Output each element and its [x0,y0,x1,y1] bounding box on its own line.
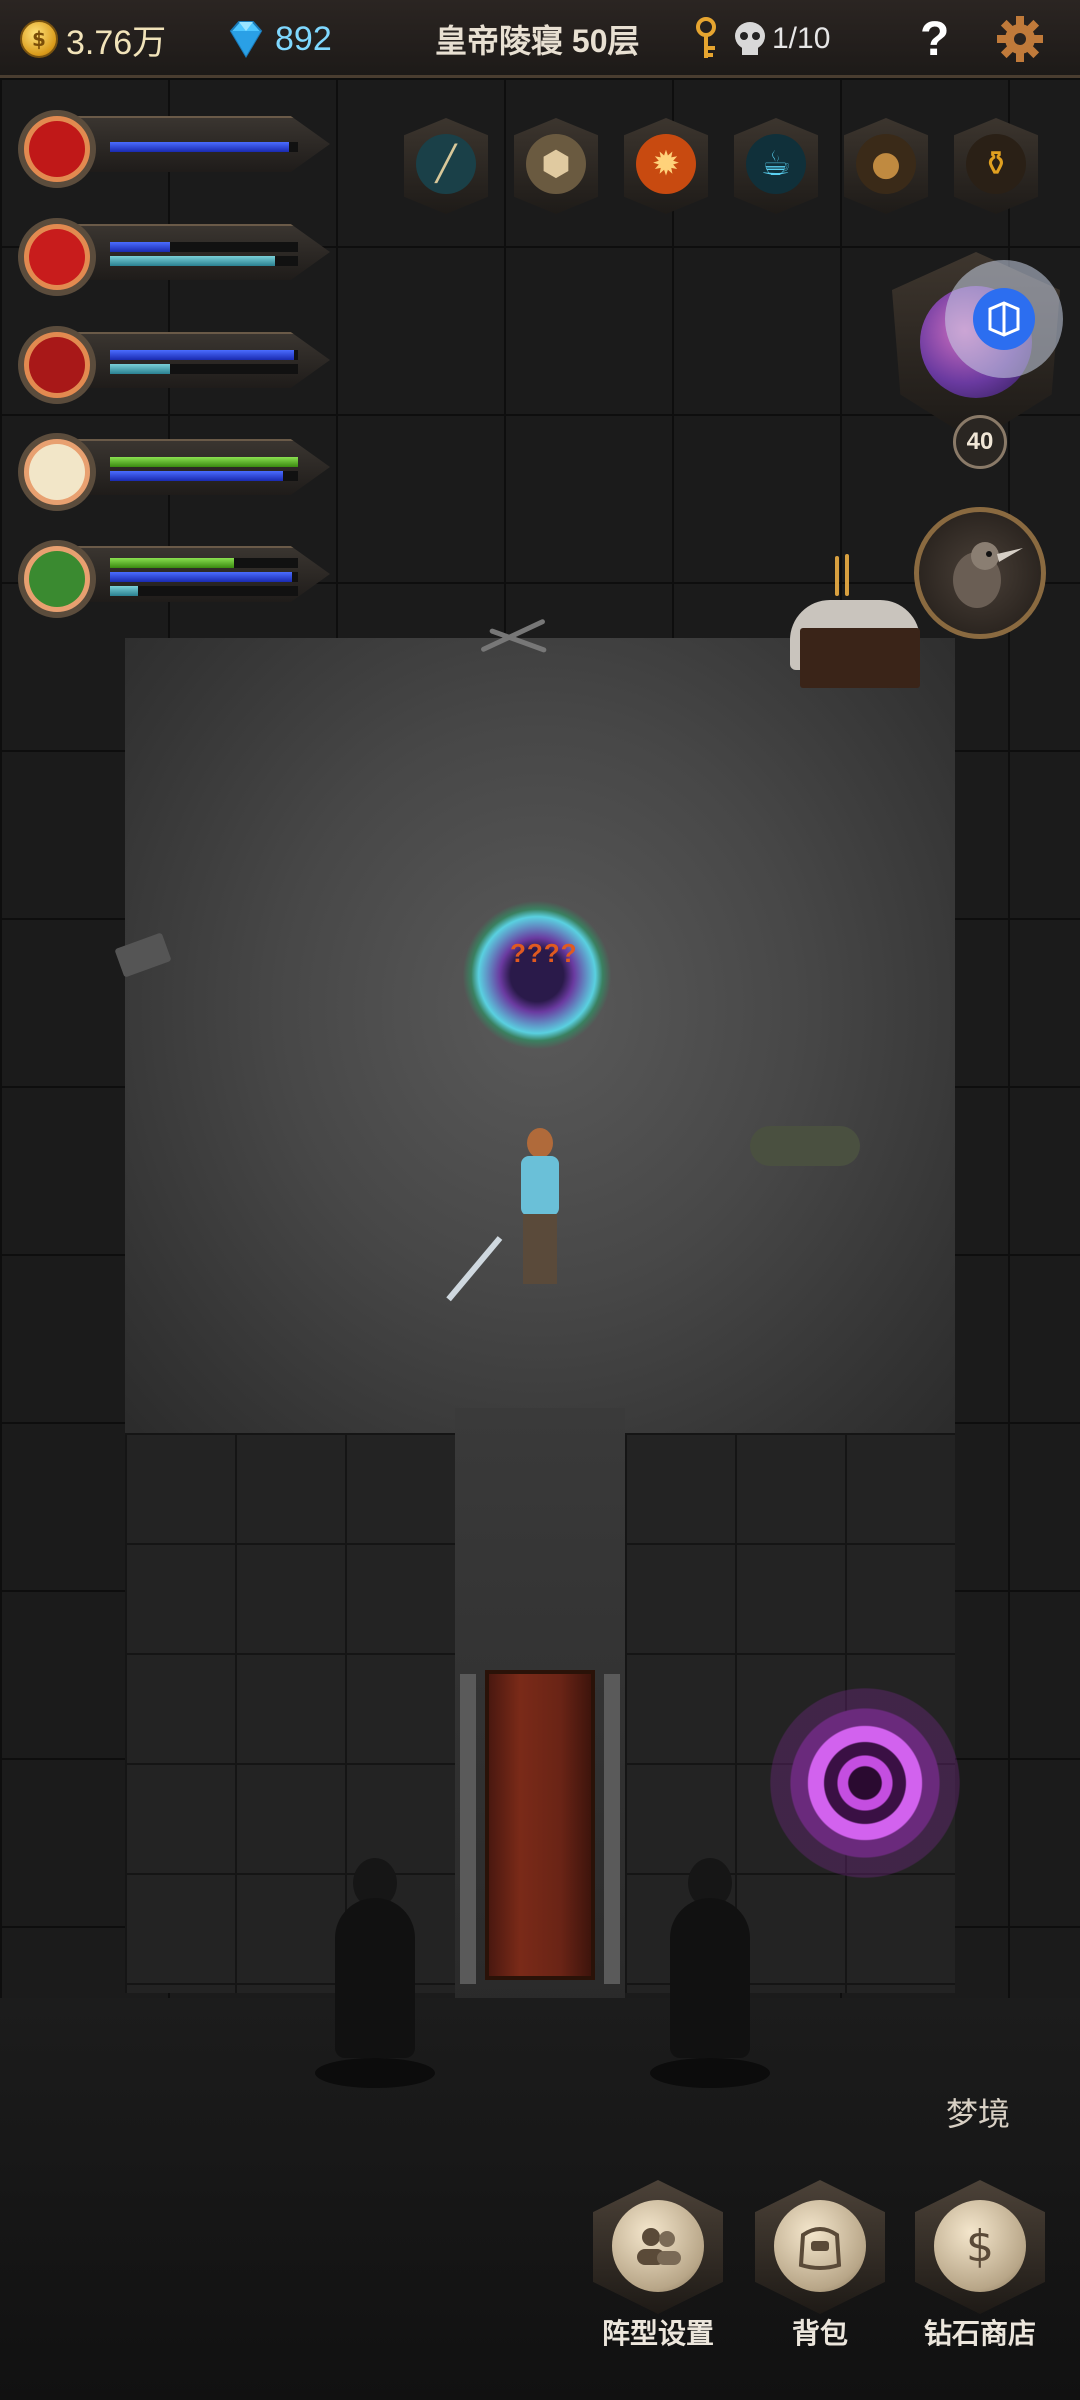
kill-count: 1/10 [772,22,831,55]
treasure-chest[interactable] [800,628,920,688]
item-slot-2[interactable]: ⬢ [508,110,604,228]
bar-fill [110,457,298,467]
purple-portal[interactable] [770,1688,960,1878]
dungeon-title: 皇帝陵寝 50层 [435,23,640,59]
item-slot-5[interactable]: ● [838,110,934,228]
statue-left [315,1858,435,2088]
bag-glyph [798,2227,842,2270]
bag-button[interactable]: 背包 [750,2180,890,2349]
question-icon: ? [920,12,950,66]
settings-button[interactable] [995,0,1045,78]
party-bar [110,572,298,582]
party-bar [110,350,298,360]
diamond-shop-button[interactable]: $ 钻石商店 [910,2180,1050,2349]
bar-fill [110,350,295,360]
diamond-icon [229,21,263,58]
portrait-red-knight [18,218,96,296]
bag-icon [774,2200,866,2292]
potion-icon: ⚱ [966,134,1026,194]
bar-fill [110,558,235,568]
gem-amount: 892 [275,19,332,58]
acorn-icon: ● [856,134,916,194]
item-slot-3[interactable]: ✹ [618,110,714,228]
key-icon [696,17,716,58]
top-status-bar: $ 3.76万 892 皇帝陵寝 50层 1/10 ? [0,0,1080,78]
bar-fill [110,586,139,596]
key-indicator [692,0,720,78]
candle-2 [845,554,849,596]
bar-fill [110,471,283,481]
skull-icon [735,22,765,55]
party-bar [110,364,298,374]
party-member-2[interactable] [10,210,330,300]
gold-counter: $ 3.76万 [20,0,166,78]
bar-fill [110,142,289,152]
bar-fill [110,364,171,374]
party-bar [110,471,298,481]
cube-glyph [988,301,1020,337]
party-bar [110,457,298,467]
item-slot-4[interactable]: ☕ [728,110,824,228]
party-bar [110,256,298,266]
gem-counter: 892 [225,0,332,78]
enemy-name-label: ???? [510,938,578,968]
enemy-monster[interactable] [462,900,612,1050]
bar-fill [110,256,276,266]
drink-icon: ☕ [746,134,806,194]
kill-counter: 1/10 [732,0,830,78]
cube-icon [973,288,1035,350]
party-member-4[interactable] [10,425,330,515]
dice-icon: ⬢ [526,134,586,194]
formation-button[interactable]: 阵型设置 [588,2180,728,2349]
party-bar [110,242,298,252]
help-button[interactable]: ? [920,0,949,78]
portrait-green-archer [18,540,96,618]
portrait-white-hair-girl [18,433,96,511]
phoenix-icon: ✹ [636,134,696,194]
raven-button[interactable] [914,507,1046,639]
party-member-5[interactable] [10,532,330,622]
portrait-red-demon [18,110,96,188]
gear-icon [997,16,1043,62]
dungeon-title-wrap: 皇帝陵寝 50层 [435,0,640,78]
party-bar [110,558,298,568]
player-hero [446,1128,575,1302]
gold-amount: 3.76万 [66,23,167,62]
party-member-1[interactable] [10,102,330,192]
shop-label: 钻石商店 [923,2318,1036,2349]
dream-button[interactable]: 梦境 [946,2089,1010,2135]
party-member-3[interactable] [10,318,330,408]
portrait-red-beast [18,326,96,404]
bar-fill [110,242,171,252]
party-bar [110,142,298,152]
formation-label: 阵型设置 [601,2318,714,2349]
flute-icon: ╱ [416,134,476,194]
bar-fill [110,572,293,582]
statue-right [650,1858,770,2088]
party-bar [110,586,298,596]
item-slot-1[interactable]: ╱ [398,110,494,228]
plant-debris [750,1126,860,1166]
dollar-icon: $ [934,2200,1026,2292]
people-glyph [637,2228,681,2265]
raven-icon [953,542,1023,608]
people-icon [612,2200,704,2292]
coin-icon: $ [20,20,58,58]
item-slot-6[interactable]: ⚱ [948,110,1044,228]
red-door[interactable] [485,1670,595,1980]
candle-1 [835,556,839,596]
ar-floating-button[interactable] [945,260,1063,378]
bag-label: 背包 [791,2318,848,2349]
boss-level-badge: 40 [953,415,1007,469]
